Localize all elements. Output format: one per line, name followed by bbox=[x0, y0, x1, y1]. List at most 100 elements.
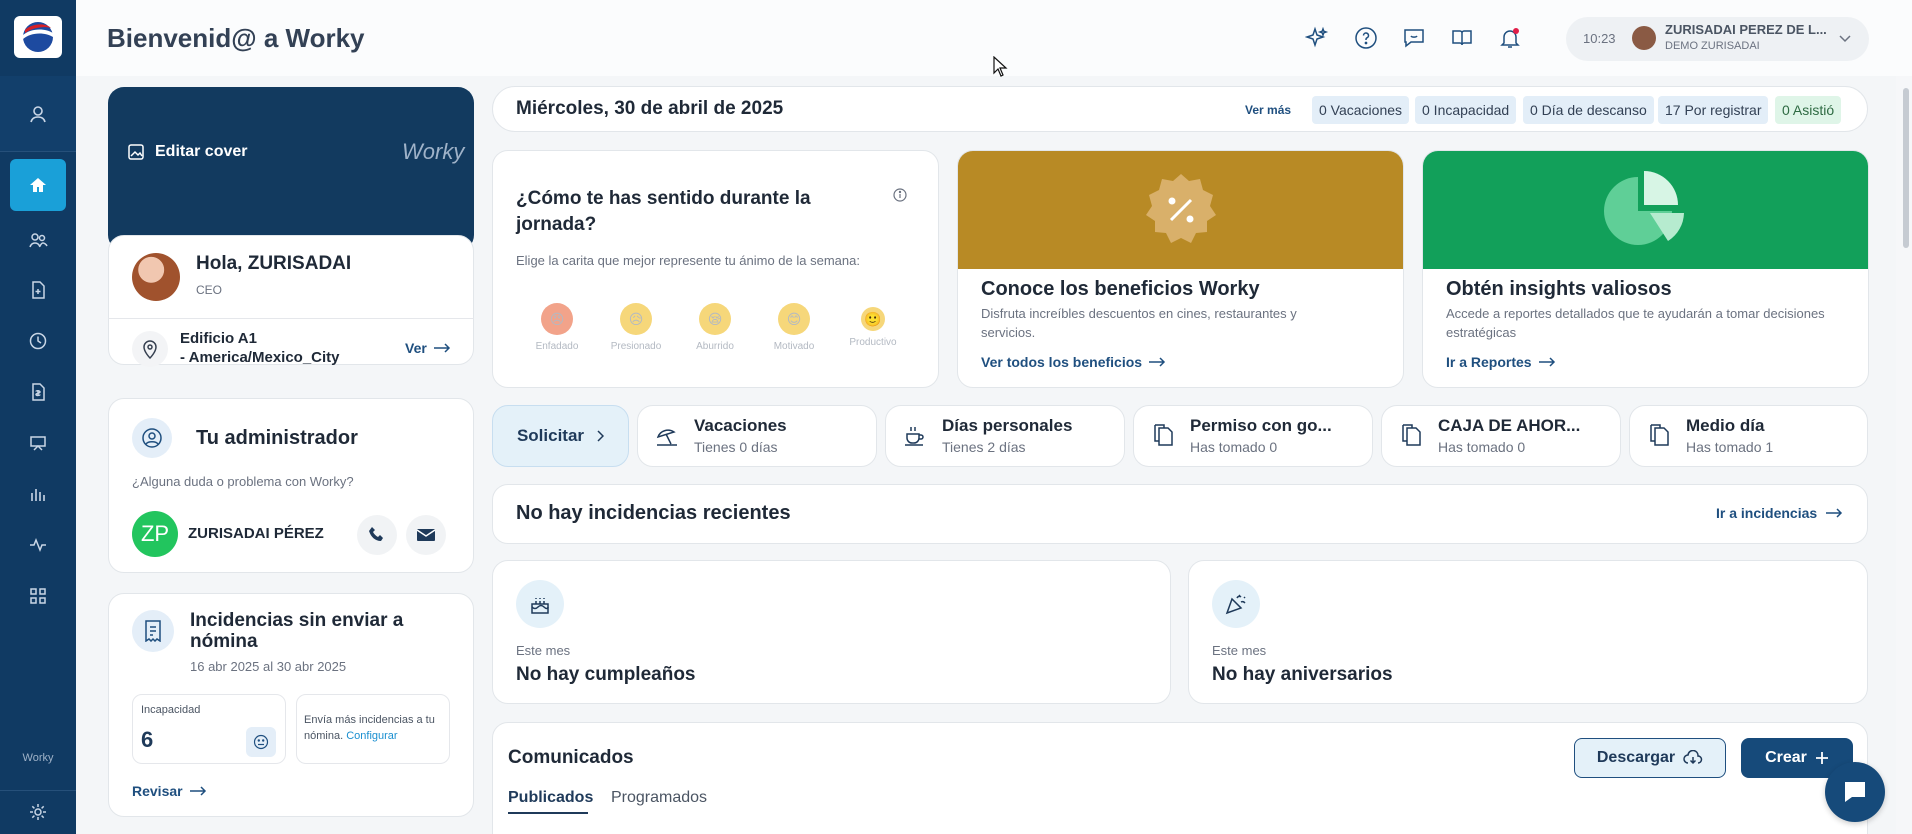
arrow-right-icon bbox=[189, 786, 206, 796]
copy-document-icon bbox=[1400, 423, 1422, 452]
presentation-icon bbox=[30, 436, 46, 451]
configurar-link[interactable]: Configurar bbox=[346, 730, 397, 742]
badge-vacaciones[interactable]: 0 Vacaciones bbox=[1312, 96, 1410, 124]
benefits-link-label: Ver todos los beneficios bbox=[981, 354, 1143, 370]
sparkle-icon[interactable] bbox=[1303, 24, 1331, 52]
sidebar-item-people[interactable] bbox=[0, 212, 76, 268]
cover-brand: Worky bbox=[402, 139, 465, 164]
stressed-face-icon: 😥 bbox=[620, 303, 652, 335]
angry-face-icon: 😠 bbox=[541, 303, 573, 335]
mood-option-productivo[interactable]: 🙂 Productivo bbox=[838, 303, 908, 348]
avatar[interactable] bbox=[132, 253, 180, 301]
admin-avatar: ZP bbox=[132, 511, 178, 557]
tab-publicados[interactable]: Publicados bbox=[508, 789, 593, 807]
request-sub: Tienes 0 días bbox=[694, 439, 778, 455]
request-sub: Has tomado 0 bbox=[1438, 439, 1526, 455]
mouse-cursor-icon bbox=[993, 55, 1009, 83]
cover-banner bbox=[108, 87, 474, 251]
solicitar-button[interactable]: Solicitar bbox=[492, 405, 629, 467]
note-text: Envía más incidencias a tu nómina. Confi… bbox=[304, 712, 444, 744]
location-pin-icon bbox=[132, 331, 168, 367]
sidebar-item-documents[interactable] bbox=[0, 262, 76, 318]
request-title: Permiso con go... bbox=[1190, 416, 1332, 435]
request-dias-personales-text: Días personales Tienes 2 días bbox=[942, 416, 1072, 455]
incapacidad-count: 6 bbox=[141, 727, 154, 752]
incidencias-title: No hay incidencias recientes bbox=[516, 502, 791, 524]
badge-incapacidad[interactable]: 0 Incapacidad bbox=[1415, 96, 1517, 124]
clock-icon bbox=[29, 332, 47, 350]
gear-icon bbox=[30, 804, 46, 820]
sidebar-item-apps[interactable] bbox=[0, 568, 76, 624]
badge-por-registrar[interactable]: 17 Por registrar bbox=[1658, 96, 1769, 124]
mail-icon bbox=[416, 529, 436, 541]
badge-asistio[interactable]: 0 Asistió bbox=[1775, 96, 1842, 124]
benefits-link[interactable]: Ver todos los beneficios bbox=[981, 354, 1166, 370]
sidebar-profile[interactable] bbox=[0, 76, 76, 152]
benefits-card[interactable] bbox=[957, 150, 1404, 388]
sick-face-icon bbox=[246, 727, 276, 757]
incidencias-link[interactable]: Ir a incidencias bbox=[1716, 505, 1843, 521]
mood-label: Presionado bbox=[610, 341, 662, 352]
admin-name: ZURISADAI PÉREZ bbox=[188, 525, 324, 542]
mood-option-motivado[interactable]: 😊 Motivado bbox=[759, 303, 829, 352]
tab-programados[interactable]: Programados bbox=[611, 789, 707, 807]
mood-option-aburrido[interactable]: 😪 Aburrido bbox=[680, 303, 750, 352]
sidebar-item-wellness[interactable] bbox=[0, 517, 76, 573]
edit-cover-button[interactable]: Editar cover bbox=[127, 143, 247, 161]
mood-label: Motivado bbox=[773, 341, 815, 352]
mood-label: Productivo bbox=[849, 337, 897, 348]
sidebar-item-reports[interactable] bbox=[0, 466, 76, 522]
sidebar-item-payroll[interactable] bbox=[0, 364, 76, 420]
chat-feedback-icon[interactable] bbox=[1400, 24, 1428, 52]
mood-label: Aburrido bbox=[696, 341, 734, 352]
image-icon bbox=[128, 144, 144, 160]
pie-chart-icon bbox=[1603, 171, 1684, 245]
scrollbar-thumb[interactable] bbox=[1903, 88, 1909, 248]
info-icon[interactable] bbox=[893, 188, 907, 207]
arrow-right-icon bbox=[1538, 357, 1555, 367]
email-button[interactable] bbox=[406, 515, 446, 555]
incidencias-link-label: Ir a incidencias bbox=[1716, 505, 1818, 521]
mood-option-enfadado[interactable]: 😠 Enfadado bbox=[522, 303, 592, 352]
copy-document-icon bbox=[1648, 423, 1670, 452]
location-line1: Edificio A1 bbox=[180, 330, 257, 347]
call-button[interactable] bbox=[357, 515, 397, 555]
ver-label: Ver bbox=[405, 340, 427, 356]
anniversaries-month: Este mes bbox=[1212, 643, 1267, 658]
book-icon[interactable] bbox=[1448, 24, 1476, 52]
admin-title: Tu administrador bbox=[196, 427, 358, 449]
active-tab-indicator bbox=[508, 812, 588, 814]
copy-document-icon bbox=[1152, 423, 1174, 452]
chat-support-button[interactable] bbox=[1825, 762, 1885, 822]
help-icon[interactable] bbox=[1352, 24, 1380, 52]
mood-title: ¿Cómo te has sentido durante la jornada? bbox=[516, 188, 811, 235]
insights-link-label: Ir a Reportes bbox=[1446, 354, 1532, 370]
sidebar-item-home[interactable] bbox=[0, 157, 76, 213]
mood-option-presionado[interactable]: 😥 Presionado bbox=[601, 303, 671, 352]
incidencias-nomina-range: 16 abr 2025 al 30 abr 2025 bbox=[190, 659, 347, 674]
insights-link[interactable]: Ir a Reportes bbox=[1446, 354, 1556, 370]
badge-descanso[interactable]: 0 Día de descanso bbox=[1523, 96, 1654, 124]
sidebar-item-reviews[interactable] bbox=[0, 415, 76, 471]
bar-chart-icon bbox=[31, 489, 45, 501]
revisar-label: Revisar bbox=[132, 783, 183, 799]
bell-icon[interactable] bbox=[1496, 24, 1524, 52]
arrow-right-icon bbox=[1826, 508, 1843, 518]
chevron-down-icon[interactable] bbox=[1838, 31, 1852, 49]
revisar-link[interactable]: Revisar bbox=[132, 783, 207, 799]
request-title: Medio día bbox=[1686, 416, 1765, 435]
insights-card[interactable] bbox=[1422, 150, 1869, 388]
company-logo[interactable] bbox=[14, 16, 62, 58]
benefits-desc: Disfruta increíbles descuentos en cines,… bbox=[981, 306, 1297, 340]
greeting-hello: Hola, ZURISADAI bbox=[196, 253, 352, 274]
ver-mas-link[interactable]: Ver más bbox=[1245, 103, 1291, 117]
home-icon bbox=[30, 178, 46, 192]
request-caja-ahorro-text: CAJA DE AHOR... Has tomado 0 bbox=[1438, 416, 1580, 455]
request-sub: Tienes 2 días bbox=[942, 439, 1026, 455]
birthdays-month: Este mes bbox=[516, 643, 571, 658]
sidebar-item-settings[interactable] bbox=[0, 784, 76, 834]
mood-label: Enfadado bbox=[535, 341, 579, 352]
location-ver-link[interactable]: Ver bbox=[405, 340, 451, 356]
sidebar-item-attendance[interactable] bbox=[0, 313, 76, 369]
download-button[interactable]: Descargar bbox=[1574, 738, 1726, 778]
